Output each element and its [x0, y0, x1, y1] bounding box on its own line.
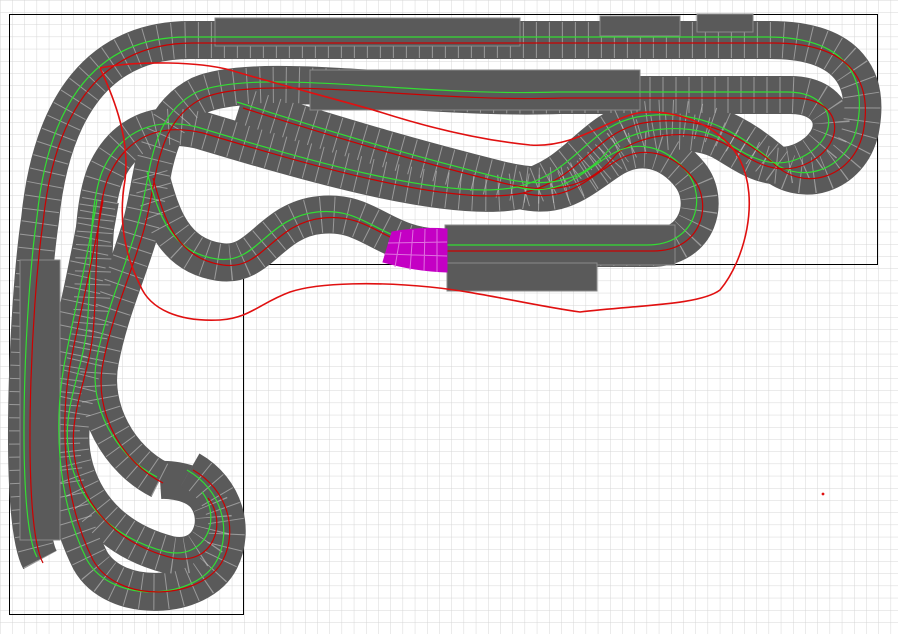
- track-straight-block-mid[interactable]: [309, 69, 641, 111]
- track-straight-block-bottom-left[interactable]: [446, 262, 598, 292]
- track-layout-canvas[interactable]: [0, 0, 898, 634]
- track-straight-block-top-far-right[interactable]: [696, 13, 754, 33]
- dot-icon: [821, 492, 825, 496]
- track-straight-block-top-right[interactable]: [599, 15, 681, 37]
- track-straight-block-top[interactable]: [214, 17, 521, 47]
